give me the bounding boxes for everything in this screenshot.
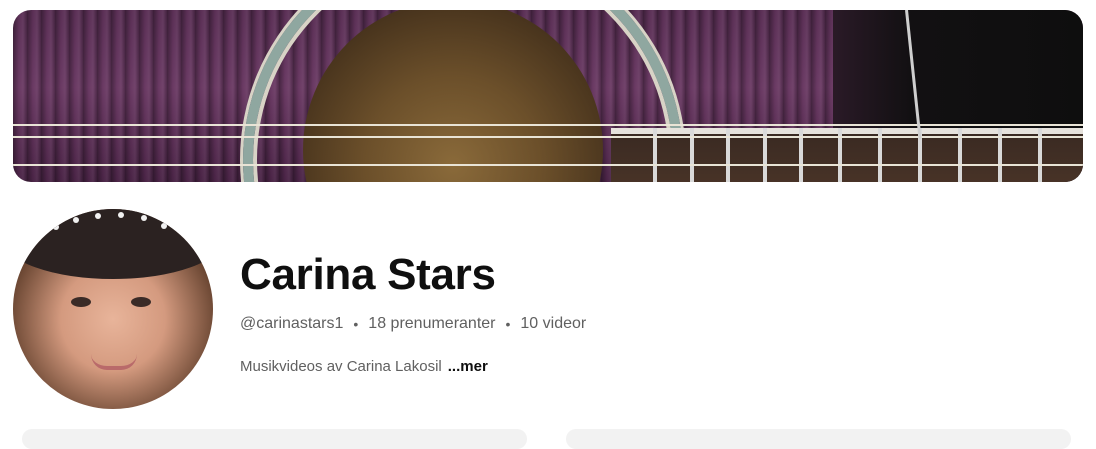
avatar-sparkle (95, 213, 101, 219)
avatar-sparkle (161, 223, 167, 229)
guitar-string (13, 136, 1083, 138)
channel-banner (13, 10, 1083, 182)
avatar-eye (131, 297, 151, 307)
meta-separator: • (505, 316, 511, 332)
channel-handle: @carinastars1 (240, 315, 344, 332)
avatar-eye (71, 297, 91, 307)
avatar-sparkle (73, 217, 79, 223)
bottom-card-left (22, 429, 527, 449)
guitar-string (13, 124, 1083, 126)
avatar-smile (91, 354, 137, 370)
meta-separator: • (353, 316, 359, 332)
guitar-string (13, 164, 1083, 166)
more-link[interactable]: ...mer (448, 358, 488, 375)
avatar-sparkle (53, 224, 59, 230)
avatar-hair (13, 209, 213, 279)
channel-meta: @carinastars1 • 18 prenumeranter • 10 vi… (240, 314, 586, 334)
channel-description-text: Musikvideos av Carina Lakosil (240, 358, 442, 375)
channel-title: Carina Stars (240, 250, 496, 299)
bottom-card-right (566, 429, 1071, 449)
channel-description[interactable]: Musikvideos av Carina Lakosil ...mer (240, 357, 488, 377)
avatar-sparkle (141, 215, 147, 221)
video-count: 10 videor (520, 315, 587, 332)
subscriber-count: 18 prenumeranter (368, 315, 496, 332)
avatar-sparkle (118, 212, 124, 218)
channel-avatar[interactable] (13, 209, 213, 409)
